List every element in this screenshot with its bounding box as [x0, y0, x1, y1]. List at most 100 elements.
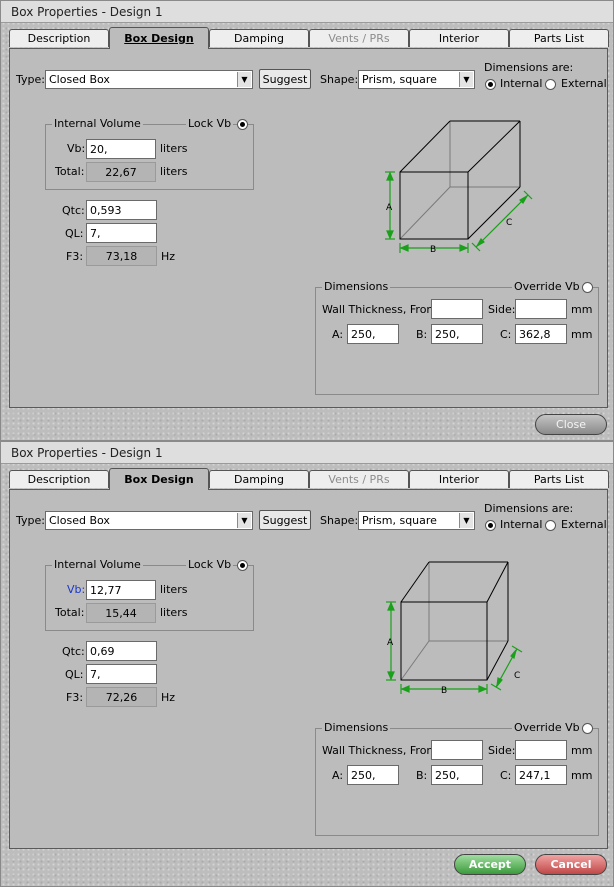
vb-unit: liters: [160, 142, 188, 155]
suggest-button[interactable]: Suggest: [259, 510, 311, 530]
box-design-panel: Type: Closed Box ▼ Suggest Shape: Prism,…: [9, 48, 608, 408]
window-title: Box Properties - Design 1: [1, 442, 613, 464]
mm-unit: mm: [571, 769, 593, 782]
dim-label-b: B: [441, 686, 447, 696]
cancel-button[interactable]: Cancel: [535, 854, 607, 875]
internal-radio[interactable]: [485, 520, 496, 531]
dim-label-c: C: [514, 671, 520, 681]
type-label: Type:: [16, 514, 45, 527]
c-input[interactable]: 362,8: [515, 324, 567, 344]
box-visible-edges: [400, 561, 509, 681]
type-select-value: Closed Box: [49, 514, 110, 527]
chevron-down-icon: ▼: [459, 72, 473, 87]
external-label: External: [561, 518, 607, 531]
override-vb-radio[interactable]: [582, 723, 593, 734]
dim-label-c: C: [506, 218, 512, 228]
internal-label: Internal: [500, 518, 543, 531]
vb-input[interactable]: 20,: [86, 139, 156, 159]
internal-label: Internal: [500, 77, 543, 90]
tab-vents-prs: Vents / PRs: [309, 29, 409, 47]
dim-label-a: A: [387, 638, 394, 648]
qtc-label: Qtc:: [62, 204, 85, 217]
a-input[interactable]: 250,: [347, 324, 399, 344]
total-value: 22,67: [86, 162, 156, 182]
b-input[interactable]: 250,: [431, 324, 483, 344]
tab-description[interactable]: Description: [9, 29, 109, 47]
total-unit: liters: [160, 165, 188, 178]
lock-vb-radio[interactable]: [237, 560, 248, 571]
box-design-panel: Type: Closed Box ▼ Suggest Shape: Prism,…: [9, 489, 608, 849]
wall-thickness-front-label: Wall Thickness, Front:: [322, 744, 442, 757]
dim-label-a: A: [386, 203, 393, 213]
f3-value: 72,26: [86, 687, 157, 707]
dialog-box-properties-1: Box Properties - Design 1 Description Bo…: [0, 0, 614, 441]
side-label: Side:: [488, 744, 516, 757]
dimensions-are-label: Dimensions are:: [484, 502, 574, 515]
tab-interior[interactable]: Interior: [409, 470, 509, 488]
ql-input[interactable]: 7,: [86, 223, 157, 243]
side-input[interactable]: [515, 740, 567, 760]
tab-parts-list[interactable]: Parts List: [509, 470, 609, 488]
dimensions-title: Dimensions: [322, 280, 391, 293]
close-button[interactable]: Close: [535, 414, 607, 435]
ql-label: QL:: [65, 227, 84, 240]
override-vb-label: Override Vb: [512, 721, 582, 734]
tab-damping[interactable]: Damping: [209, 470, 309, 488]
f3-value: 73,18: [86, 246, 157, 266]
accept-button[interactable]: Accept: [454, 854, 526, 875]
total-value: 15,44: [86, 603, 156, 623]
internal-radio[interactable]: [485, 79, 496, 90]
wall-thickness-front-input[interactable]: [431, 299, 483, 319]
qtc-input[interactable]: 0,593: [86, 200, 157, 220]
external-radio[interactable]: [545, 79, 556, 90]
b-label: B:: [416, 328, 428, 341]
f3-unit: Hz: [161, 250, 176, 263]
shape-label: Shape:: [320, 514, 359, 527]
dimension-arrows: [385, 171, 533, 253]
f3-unit: Hz: [161, 691, 176, 704]
tab-parts-list[interactable]: Parts List: [509, 29, 609, 47]
internal-volume-title: Internal Volume: [52, 117, 143, 130]
dimensions-group: Dimensions Override Vb Wall Thickness, F…: [315, 280, 599, 395]
ql-input[interactable]: 7,: [86, 664, 157, 684]
total-label: Total:: [55, 606, 85, 619]
window-title: Box Properties - Design 1: [1, 1, 613, 23]
vb-input[interactable]: 12,77: [86, 580, 156, 600]
a-label: A:: [332, 769, 344, 782]
shape-select[interactable]: Prism, square ▼: [358, 70, 475, 89]
mm-unit: mm: [571, 303, 593, 316]
external-radio[interactable]: [545, 520, 556, 531]
type-select-value: Closed Box: [49, 73, 110, 86]
override-vb-radio[interactable]: [582, 282, 593, 293]
lock-vb-label: Lock Vb: [186, 117, 234, 130]
a-input[interactable]: 250,: [347, 765, 399, 785]
dim-label-b: B: [430, 245, 436, 255]
lock-vb-radio[interactable]: [237, 119, 248, 130]
wall-thickness-front-input[interactable]: [431, 740, 483, 760]
ql-label: QL:: [65, 668, 84, 681]
tab-damping[interactable]: Damping: [209, 29, 309, 47]
b-input[interactable]: 250,: [431, 765, 483, 785]
vb-label: Vb:: [67, 142, 86, 155]
chevron-down-icon: ▼: [237, 513, 251, 528]
suggest-button[interactable]: Suggest: [259, 69, 311, 89]
vb-label: Vb:: [67, 583, 86, 596]
tab-interior[interactable]: Interior: [409, 29, 509, 47]
tab-box-design[interactable]: Box Design: [109, 468, 209, 490]
shape-label: Shape:: [320, 73, 359, 86]
c-input[interactable]: 247,1: [515, 765, 567, 785]
type-select[interactable]: Closed Box ▼: [45, 70, 253, 89]
type-select[interactable]: Closed Box ▼: [45, 511, 253, 530]
shape-select[interactable]: Prism, square ▼: [358, 511, 475, 530]
a-label: A:: [332, 328, 344, 341]
qtc-input[interactable]: 0,69: [86, 641, 157, 661]
shape-select-value: Prism, square: [362, 514, 437, 527]
override-vb-label: Override Vb: [512, 280, 582, 293]
tab-box-design[interactable]: Box Design: [109, 27, 209, 49]
mm-unit: mm: [571, 744, 593, 757]
internal-volume-group: Internal Volume Lock Vb Vb: 20, liters T…: [45, 117, 254, 190]
tab-description[interactable]: Description: [9, 470, 109, 488]
box-diagram: A B C: [385, 120, 533, 255]
internal-volume-title: Internal Volume: [52, 558, 143, 571]
side-input[interactable]: [515, 299, 567, 319]
